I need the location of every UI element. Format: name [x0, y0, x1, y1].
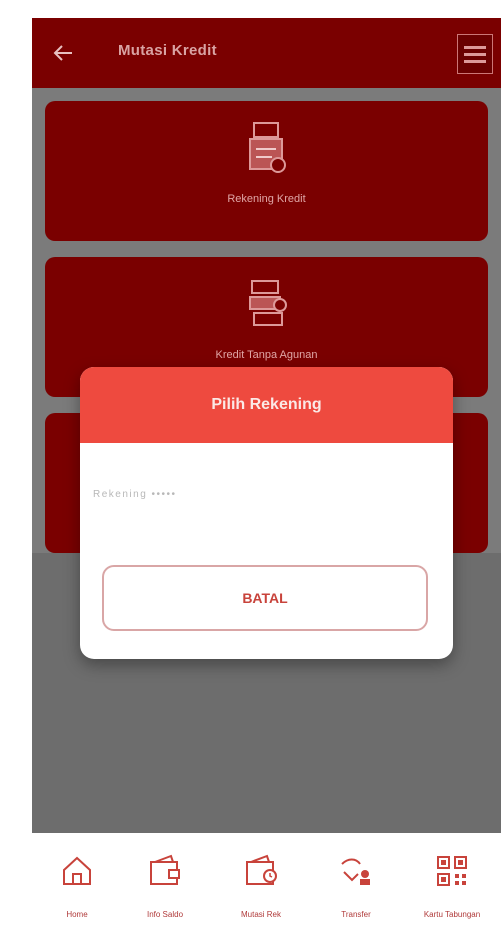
- nav-item-kartu-tabungan[interactable]: Kartu Tabungan: [407, 836, 497, 928]
- menu-card-rekening-kredit[interactable]: Rekening Kredit: [45, 101, 488, 241]
- money-stack-icon: [248, 280, 287, 326]
- qr-code-icon: [437, 856, 467, 886]
- wallet-history-icon: [246, 854, 277, 885]
- transfer-icon: [341, 858, 370, 885]
- card-label: Kredit Tanpa Agunan: [215, 349, 318, 361]
- nav-label: Kartu Tabungan: [423, 910, 481, 919]
- app-bar: Mutasi Kredit: [32, 18, 501, 88]
- menu-icon[interactable]: [457, 34, 493, 74]
- cancel-button[interactable]: BATAL: [102, 565, 428, 631]
- page-title: Mutasi Kredit: [118, 42, 217, 59]
- nav-item-transfer[interactable]: Transfer: [311, 836, 401, 928]
- nav-label: Info Saldo: [146, 910, 184, 919]
- back-arrow-icon[interactable]: [52, 44, 74, 62]
- account-option[interactable]: Rekening •••••: [93, 489, 177, 500]
- card-label: Rekening Kredit: [227, 193, 306, 205]
- nav-label: Transfer: [341, 910, 371, 919]
- bottom-navigation: Home Info Saldo Mutasi Rek Transfer Kart…: [32, 836, 501, 928]
- bank-document-icon: [248, 122, 286, 173]
- nav-item-home[interactable]: Home: [32, 836, 122, 928]
- select-account-dialog: Pilih Rekening Rekening ••••• BATAL: [80, 367, 453, 659]
- home-icon: [63, 856, 91, 885]
- nav-item-mutasi-rek[interactable]: Mutasi Rek: [216, 836, 306, 928]
- nav-label: Mutasi Rek: [240, 910, 281, 919]
- wallet-icon: [150, 854, 180, 885]
- dialog-title: Pilih Rekening: [80, 367, 453, 443]
- nav-item-info-saldo[interactable]: Info Saldo: [120, 836, 210, 928]
- nav-label: Home: [66, 910, 88, 919]
